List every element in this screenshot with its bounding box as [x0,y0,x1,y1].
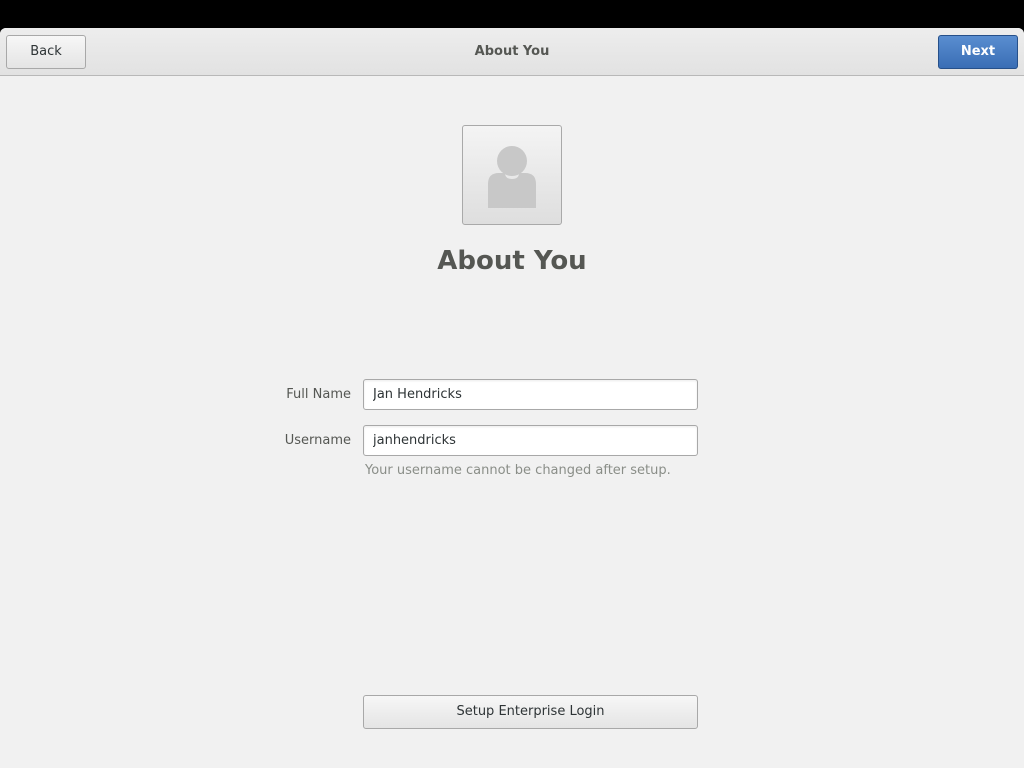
setup-window: Back About You Next About You Full Name … [0,28,1024,768]
user-avatar-icon [488,146,536,208]
full-name-label: Full Name [286,387,351,402]
avatar-button[interactable] [462,125,562,225]
page-title: About You [437,246,587,276]
full-name-input[interactable] [363,379,698,410]
next-button[interactable]: Next [938,35,1018,69]
setup-enterprise-login-button[interactable]: Setup Enterprise Login [363,695,698,729]
username-input[interactable] [363,425,698,456]
username-label: Username [284,433,351,448]
window-title: About You [474,44,550,59]
header-bar: Back About You Next [0,28,1024,76]
username-hint: Your username cannot be changed after se… [365,463,671,478]
